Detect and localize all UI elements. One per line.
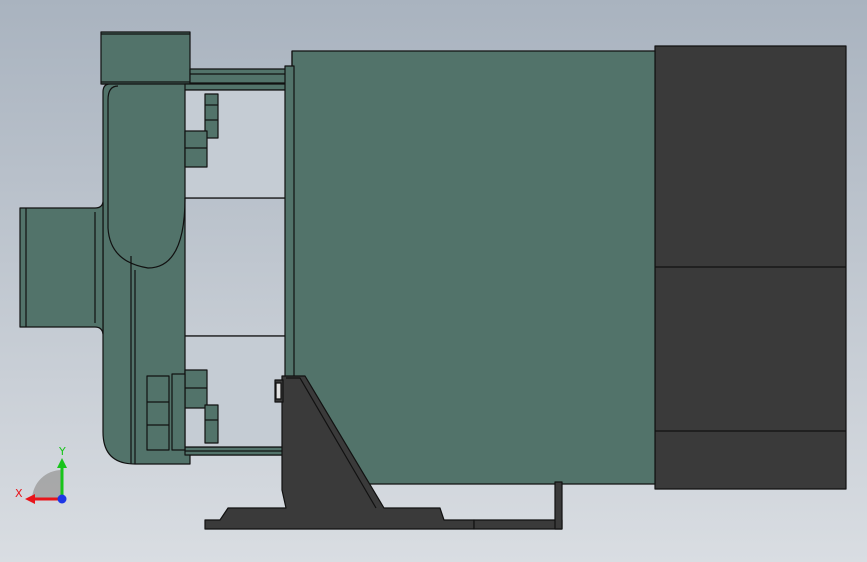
triad-z-axis [57,494,67,504]
triad-y-label: Y [58,445,66,458]
tie-rod-bottom [184,446,293,456]
bolts-bottom [146,369,219,451]
cad-viewport[interactable]: X Y [0,0,867,562]
inlet-pipe[interactable] [19,201,104,335]
pump-main-body[interactable] [291,50,656,485]
pump-model[interactable] [19,31,847,530]
tie-rod-top [184,68,293,91]
triad-x-label: X [15,487,23,500]
outlet-pipe[interactable] [100,31,191,85]
motor-housing[interactable] [654,45,847,490]
